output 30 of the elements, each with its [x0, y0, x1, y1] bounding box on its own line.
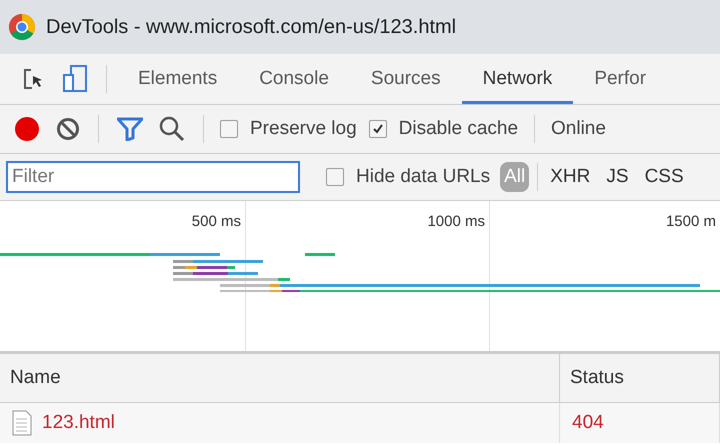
browser-logo-icon — [8, 13, 36, 41]
filter-icon[interactable] — [117, 117, 143, 141]
column-header[interactable]: Name — [0, 354, 560, 402]
preserve-log-checkbox[interactable]: Preserve log — [220, 118, 357, 140]
table-cell: 404 — [560, 403, 720, 443]
hide-data-urls-checkbox[interactable]: Hide data URLs — [326, 166, 490, 188]
panel-tab[interactable]: Elements — [117, 54, 238, 104]
record-icon[interactable] — [14, 116, 40, 142]
type-filter-button[interactable]: XHR — [546, 162, 594, 192]
disable-cache-checkbox[interactable]: Disable cache — [368, 118, 518, 140]
type-filter-button[interactable]: CSS — [640, 162, 688, 192]
panel-tab[interactable]: Sources — [350, 54, 462, 104]
panel-tab[interactable]: Console — [238, 54, 350, 104]
column-header[interactable]: Status — [560, 354, 720, 402]
clear-icon[interactable] — [56, 117, 80, 141]
time-tick: 500 ms — [190, 212, 242, 232]
checkbox[interactable] — [326, 168, 344, 186]
table-cell: 123.html — [0, 403, 560, 443]
window-title: DevTools - www.microsoft.com/en-us/123.html — [46, 16, 456, 38]
panel-tab[interactable]: Perfor — [573, 54, 668, 104]
filter-field[interactable]: Filter — [6, 161, 300, 193]
throttling-dropdown[interactable]: Online — [551, 118, 606, 140]
search-icon[interactable] — [159, 116, 185, 142]
time-tick: 1500 m — [664, 212, 717, 232]
time-tick: 1000 ms — [426, 212, 486, 232]
document-icon — [12, 410, 32, 436]
type-filter-button[interactable]: JS — [602, 162, 633, 192]
checkbox[interactable] — [220, 120, 238, 138]
checkbox[interactable] — [368, 120, 387, 138]
check-icon — [372, 123, 384, 135]
